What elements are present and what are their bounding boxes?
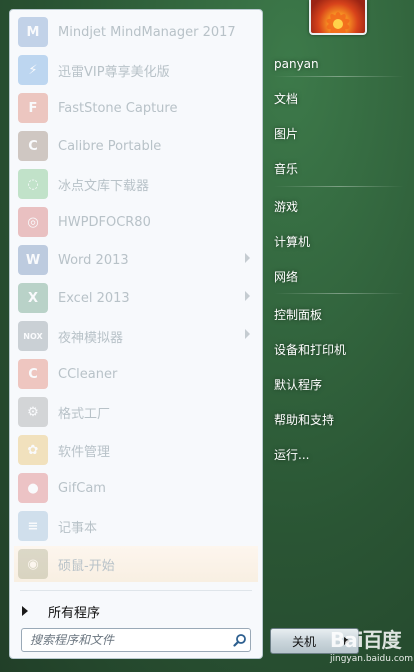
program-item[interactable]: ⚙ 格式工厂 [14, 394, 258, 430]
program-item[interactable]: ◉ 硕鼠-开始 [14, 546, 258, 582]
help-support-link[interactable]: 帮助和支持 [262, 403, 408, 435]
format-factory-icon: ⚙ [18, 397, 48, 427]
excel-icon: X [18, 283, 48, 313]
word-icon: W [18, 245, 48, 275]
default-programs-link[interactable]: 默认程序 [262, 368, 408, 400]
devices-printers-link[interactable]: 设备和打印机 [262, 333, 408, 365]
shutdown-button[interactable]: 关机 [270, 628, 338, 654]
program-item[interactable]: X Excel 2013 [14, 280, 258, 316]
thunder-icon: ⚡ [18, 55, 48, 85]
chevron-right-icon [344, 637, 350, 645]
faststone-icon: F [18, 93, 48, 123]
pictures-link[interactable]: 图片 [262, 117, 408, 149]
shushu-icon: ◉ [18, 549, 48, 579]
places-separator [274, 76, 404, 77]
search-input[interactable] [22, 629, 230, 651]
program-label: 迅雷VIP尊享美化版 [58, 64, 170, 80]
run-link[interactable]: 运行... [262, 438, 408, 470]
places-separator [274, 293, 404, 294]
submenu-arrow-icon [245, 291, 250, 301]
program-label: Word 2013 [58, 252, 129, 268]
program-pane: M Mindjet MindManager 2017 ⚡ 迅雷VIP尊享美化版 F Fas… [9, 9, 263, 659]
bingdian-icon: ◌ [18, 169, 48, 199]
user-avatar[interactable] [309, 0, 367, 36]
program-item[interactable]: ✿ 软件管理 [14, 432, 258, 468]
software-manager-icon: ✿ [18, 435, 48, 465]
program-label: CCleaner [58, 366, 118, 382]
program-item[interactable]: M Mindjet MindManager 2017 [14, 14, 258, 50]
documents-link[interactable]: 文档 [262, 82, 408, 114]
program-item[interactable]: NOX 夜神模拟器 [14, 318, 258, 354]
computer-link[interactable]: 计算机 [262, 225, 408, 257]
watermark-url: jingyan.baidu.com [330, 654, 414, 664]
music-link[interactable]: 音乐 [262, 152, 408, 184]
search-box[interactable] [21, 628, 251, 652]
nox-icon: NOX [18, 321, 48, 351]
places-separator [274, 186, 404, 187]
places-pane: panyan 文档 图片 音乐 游戏 计算机 网络 控制面板 设备和打印机 默认程序 帮助和支持 运行… [262, 40, 412, 640]
program-label: 冰点文库下载器 [58, 178, 150, 194]
games-link[interactable]: 游戏 [262, 190, 408, 222]
search-icon[interactable] [230, 630, 250, 650]
control-panel-link[interactable]: 控制面板 [262, 298, 408, 330]
program-item[interactable]: C CCleaner [14, 356, 258, 392]
start-menu-frame: M Mindjet MindManager 2017 ⚡ 迅雷VIP尊享美化版 F Fas… [0, 0, 414, 672]
program-item[interactable]: W Word 2013 [14, 242, 258, 278]
mindmanager-icon: M [18, 17, 48, 47]
submenu-arrow-icon [245, 329, 250, 339]
program-item[interactable]: ◌ 冰点文库下载器 [14, 166, 258, 202]
ccleaner-icon: C [18, 359, 48, 389]
calibre-icon: C [18, 131, 48, 161]
all-programs-label: 所有程序 [48, 605, 101, 621]
all-programs-button[interactable]: 所有程序 [14, 595, 258, 627]
program-label: GifCam [58, 480, 106, 496]
program-label: Calibre Portable [58, 138, 162, 154]
program-item[interactable]: ≡ 记事本 [14, 508, 258, 544]
program-item[interactable]: F FastStone Capture [14, 90, 258, 126]
program-label: 记事本 [58, 520, 98, 536]
gifcam-icon: ● [18, 473, 48, 503]
program-label: 格式工厂 [58, 406, 111, 422]
network-link[interactable]: 网络 [262, 260, 408, 292]
program-label: Excel 2013 [58, 290, 130, 306]
program-item[interactable]: ◎ HWPDFOCR80 [14, 204, 258, 240]
program-label: 夜神模拟器 [58, 330, 124, 346]
notepad-icon: ≡ [18, 511, 48, 541]
program-label: Mindjet MindManager 2017 [58, 24, 236, 40]
hwpdfocr-icon: ◎ [18, 207, 48, 237]
flower-picture-icon [326, 12, 350, 36]
expand-arrow-icon [22, 606, 28, 616]
shutdown-label: 关机 [291, 634, 316, 649]
program-label: 软件管理 [58, 444, 111, 460]
program-list: M Mindjet MindManager 2017 ⚡ 迅雷VIP尊享美化版 F Fas… [10, 10, 262, 590]
program-label: FastStone Capture [58, 100, 178, 116]
shutdown-options-button[interactable] [336, 628, 359, 654]
program-label: 硕鼠-开始 [58, 558, 115, 574]
program-separator [20, 590, 252, 591]
program-label: HWPDFOCR80 [58, 214, 151, 230]
program-item[interactable]: ● GifCam [14, 470, 258, 506]
program-item[interactable]: C Calibre Portable [14, 128, 258, 164]
submenu-arrow-icon [245, 253, 250, 263]
program-item[interactable]: ⚡ 迅雷VIP尊享美化版 [14, 52, 258, 88]
